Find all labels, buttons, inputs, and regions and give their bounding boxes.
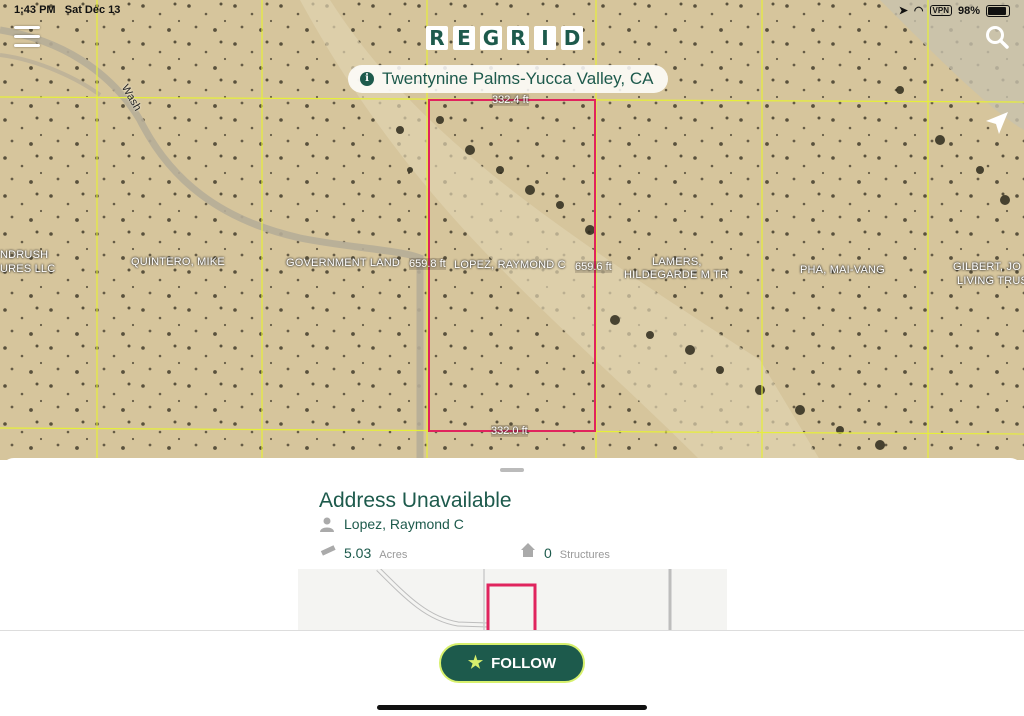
parcel-label-left-2[interactable]: URES LLC — [0, 263, 55, 275]
parcel-label-government[interactable]: GOVERNMENT LAND — [286, 257, 400, 269]
sheet-drag-handle[interactable] — [500, 468, 524, 472]
parcel-label-left-1[interactable]: NDRUSH — [0, 249, 48, 261]
structures-value: 0 — [544, 545, 552, 561]
location-arrow-icon: ➤ — [898, 5, 908, 17]
star-icon: ★ — [467, 653, 484, 672]
owner-name: Lopez, Raymond C — [344, 516, 464, 532]
logo-letter: R — [507, 26, 529, 50]
home-indicator[interactable] — [377, 705, 647, 710]
logo-letter: E — [453, 26, 475, 50]
mini-map-canvas — [376, 569, 672, 630]
ruler-icon — [320, 545, 336, 556]
logo-letter: R — [426, 26, 448, 50]
search-icon[interactable] — [984, 24, 1010, 50]
region-name: Twentynine Palms-Yucca Valley, CA — [382, 69, 654, 88]
acreage-stat: 5.03 Acres — [320, 542, 407, 561]
hamburger-icon — [14, 26, 40, 29]
acres-unit: Acres — [379, 549, 408, 561]
status-date: Sat Dec 13 — [64, 4, 121, 16]
info-icon: i — [360, 72, 374, 86]
parcel-label-gilbert-2[interactable]: LIVING TRUS — [957, 275, 1024, 287]
address-title: Address Unavailable — [319, 489, 512, 512]
wifi-icon: ◠ — [913, 5, 924, 17]
person-icon — [320, 517, 334, 532]
dimension-top: 332.4 ft — [492, 94, 529, 106]
regrid-logo: R E G R I D — [426, 26, 583, 50]
bottom-action-bar: ★ FOLLOW — [0, 630, 1024, 716]
vpn-badge: VPN — [929, 5, 952, 16]
structures-unit: Structures — [559, 549, 610, 561]
status-bar-right: ➤ ◠ VPN 98% — [899, 4, 1010, 17]
logo-letter: G — [480, 26, 502, 50]
battery-icon — [986, 4, 1010, 17]
dimension-left: 659.8 ft — [409, 258, 446, 270]
satellite-map[interactable]: 1:43 PM Sat Dec 13 ➤ ◠ VPN 98% R E G R I… — [0, 0, 1024, 460]
parcel-label-quintero[interactable]: QUINTERO, MIKE — [131, 256, 225, 268]
parcel-label-gilbert-1[interactable]: GILBERT, JO — [953, 261, 1021, 273]
parcel-label-selected[interactable]: LOPEZ, RAYMOND C — [454, 259, 566, 271]
structures-stat: 0 Structures — [520, 542, 610, 561]
follow-button[interactable]: ★ FOLLOW — [439, 643, 585, 683]
dimension-right: 659.6 ft — [575, 261, 612, 273]
parcel-mini-map[interactable] — [298, 569, 727, 630]
battery-percent: 98% — [957, 4, 980, 17]
region-pill[interactable]: i Twentynine Palms-Yucca Valley, CA — [348, 65, 668, 93]
parcel-label-lamers-2[interactable]: HILDEGARDE M TR — [624, 269, 728, 281]
menu-button[interactable] — [14, 26, 40, 48]
parcel-detail-sheet[interactable]: Address Unavailable Lopez, Raymond C 5.0… — [0, 458, 1024, 630]
acres-value: 5.03 — [344, 545, 372, 561]
logo-letter: I — [534, 26, 556, 50]
follow-label: FOLLOW — [491, 654, 557, 672]
navigation-arrow-icon[interactable] — [984, 110, 1010, 136]
parcel-label-pha[interactable]: PHA, MAI-VANG — [800, 264, 885, 276]
logo-letter: D — [561, 26, 583, 50]
owner-row: Lopez, Raymond C — [320, 516, 464, 532]
status-time: 1:43 PM — [14, 4, 56, 16]
parcel-label-lamers-1[interactable]: LAMERS, — [652, 256, 702, 268]
dimension-bottom: 332.0 ft — [491, 425, 528, 437]
house-icon — [521, 543, 535, 557]
status-bar-left: 1:43 PM Sat Dec 13 — [14, 4, 120, 16]
